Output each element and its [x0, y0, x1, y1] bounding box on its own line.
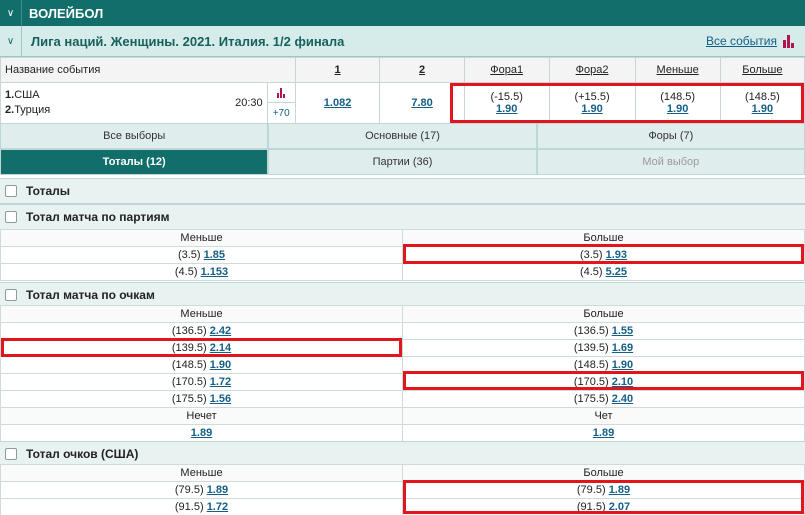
outcome-cell[interactable]: (170.5) 2.10 [402, 373, 805, 391]
market-header-less: Меньше [0, 229, 403, 247]
outcome-cell[interactable]: 1.89 [0, 424, 403, 442]
outcome-cell[interactable]: (91.5) 2.07 [402, 498, 805, 515]
outcome-cell[interactable]: (3.5) 1.93 [402, 246, 805, 264]
outcome-cell[interactable]: (148.5) 1.90 [0, 356, 403, 374]
outcome-cell[interactable]: (175.5) 2.40 [402, 390, 805, 408]
column-1[interactable]: 1 [294, 57, 381, 83]
table-row: (4.5) 1.153 (4.5) 5.25 [0, 263, 805, 281]
group-checkbox[interactable] [5, 448, 17, 460]
market-header-odd: Нечет [0, 407, 403, 425]
table-row: 1.89 1.89 [0, 424, 805, 442]
table-row: (3.5) 1.85 (3.5) 1.93 [0, 246, 805, 264]
outcome-cell[interactable]: (136.5) 2.42 [0, 322, 403, 340]
group-title: Тотал матча по очкам [26, 288, 155, 302]
league-title: Лига наций. Женщины. 2021. Италия. 1/2 ф… [31, 33, 345, 49]
event-extra[interactable]: +70 [266, 82, 296, 124]
odd-2-cell[interactable]: 7.80 [379, 82, 465, 124]
outcome-cell[interactable]: (148.5) 1.90 [402, 356, 805, 374]
column-less[interactable]: Меньше [634, 57, 721, 83]
event-teams[interactable]: 1.США 2.Турция [0, 82, 214, 124]
tab-my-choice[interactable]: Мой выбор [536, 149, 805, 175]
outcome-cell[interactable]: (4.5) 5.25 [402, 263, 805, 281]
market-header-even: Чет [402, 407, 805, 425]
market-header-more: Больше [402, 305, 805, 323]
group-title: Тотал матча по партиям [26, 210, 170, 224]
league-header[interactable]: ∨ Лига наций. Женщины. 2021. Италия. 1/2… [0, 25, 805, 57]
group-totals[interactable]: Тоталы [0, 178, 805, 204]
market-tabs-row-1: Все выборы Основные (17) Форы (7) [0, 123, 805, 149]
market-header-row: Меньше Больше [0, 464, 805, 482]
group-checkbox[interactable] [5, 185, 17, 197]
column-more[interactable]: Больше [719, 57, 805, 83]
group-checkbox[interactable] [5, 289, 17, 301]
event-time: 20:30 [213, 82, 268, 124]
column-header-row: Название события 1 2 Фора1 Фора2 Меньше … [0, 57, 805, 83]
outcome-cell[interactable]: (91.5) 1.72 [0, 498, 403, 515]
outcome-cell[interactable]: (136.5) 1.55 [402, 322, 805, 340]
fora1-cell[interactable]: (-15.5) 1.90 [463, 82, 550, 124]
less-cell[interactable]: (148.5) 1.90 [634, 82, 721, 124]
group-title: Тотал очков (США) [26, 447, 139, 461]
table-row: (148.5) 1.90 (148.5) 1.90 [0, 356, 805, 374]
chevron-down-icon[interactable]: ∨ [0, 0, 22, 26]
market-header-row: Меньше Больше [0, 305, 805, 323]
table-row: (175.5) 1.56 (175.5) 2.40 [0, 390, 805, 408]
sport-header[interactable]: ∨ ВОЛЕЙБОЛ [0, 0, 805, 26]
market-table-by-sets: Меньше Больше (3.5) 1.85 (3.5) 1.93 (4.5… [0, 229, 805, 281]
table-row: (170.5) 1.72 (170.5) 2.10 [0, 373, 805, 391]
column-event-name: Название события [0, 57, 296, 83]
tab-all[interactable]: Все выборы [0, 123, 269, 149]
market-header-more: Больше [402, 229, 805, 247]
market-header-less: Меньше [0, 305, 403, 323]
chevron-down-icon[interactable]: ∨ [0, 25, 22, 57]
table-row: (136.5) 2.42 (136.5) 1.55 [0, 322, 805, 340]
tab-main[interactable]: Основные (17) [268, 123, 537, 149]
market-tabs-row-2: Тоталы (12) Партии (36) Мой выбор [0, 149, 805, 175]
more-cell[interactable]: (148.5) 1.90 [719, 82, 805, 124]
outcome-cell[interactable]: (3.5) 1.85 [0, 246, 403, 264]
event-table: Название события 1 2 Фора1 Фора2 Меньше … [0, 57, 805, 124]
team1: США [14, 89, 40, 101]
stats-icon[interactable] [783, 34, 799, 48]
outcome-cell[interactable]: (170.5) 1.72 [0, 373, 403, 391]
group-total-by-sets[interactable]: Тотал матча по партиям [0, 204, 805, 230]
column-fora1[interactable]: Фора1 [463, 57, 550, 83]
more-markets-link[interactable]: +70 [268, 103, 295, 123]
outcome-cell[interactable]: (79.5) 1.89 [0, 481, 403, 499]
outcome-cell[interactable]: (175.5) 1.56 [0, 390, 403, 408]
outcome-cell[interactable]: (139.5) 1.69 [402, 339, 805, 357]
team2: Турция [14, 104, 51, 116]
outcome-cell[interactable]: (4.5) 1.153 [0, 263, 403, 281]
event-row: 1.США 2.Турция 20:30 +70 1.082 7.80 (-15… [0, 82, 805, 124]
outcome-cell[interactable]: 1.89 [402, 424, 805, 442]
outcome-cell[interactable]: (79.5) 1.89 [402, 481, 805, 499]
group-checkbox[interactable] [5, 211, 17, 223]
tab-sets[interactable]: Партии (36) [268, 149, 537, 175]
market-table-usa-points: Меньше Больше (79.5) 1.89 (79.5) 1.89 (9… [0, 464, 805, 515]
tab-handicaps[interactable]: Форы (7) [536, 123, 805, 149]
market-table-by-points: Меньше Больше (136.5) 2.42 (136.5) 1.55 … [0, 305, 805, 442]
market-header-less: Меньше [0, 464, 403, 482]
sport-title: ВОЛЕЙБОЛ [29, 5, 104, 21]
all-events-link[interactable]: Все события [706, 34, 777, 48]
column-fora2[interactable]: Фора2 [548, 57, 636, 83]
odd-1-cell[interactable]: 1.082 [294, 82, 381, 124]
market-header-more: Больше [402, 464, 805, 482]
tab-totals[interactable]: Тоталы (12) [0, 149, 269, 175]
market-header-row: Нечет Чет [0, 407, 805, 425]
stats-icon[interactable] [267, 83, 295, 103]
table-row: (91.5) 1.72 (91.5) 2.07 [0, 498, 805, 515]
table-row: (79.5) 1.89 (79.5) 1.89 [0, 481, 805, 499]
table-row: (139.5) 2.14 (139.5) 1.69 [0, 339, 805, 357]
outcome-cell[interactable]: (139.5) 2.14 [0, 339, 403, 357]
market-header-row: Меньше Больше [0, 229, 805, 247]
group-title: Тоталы [26, 184, 71, 198]
column-2[interactable]: 2 [379, 57, 465, 83]
fora2-cell[interactable]: (+15.5) 1.90 [548, 82, 636, 124]
